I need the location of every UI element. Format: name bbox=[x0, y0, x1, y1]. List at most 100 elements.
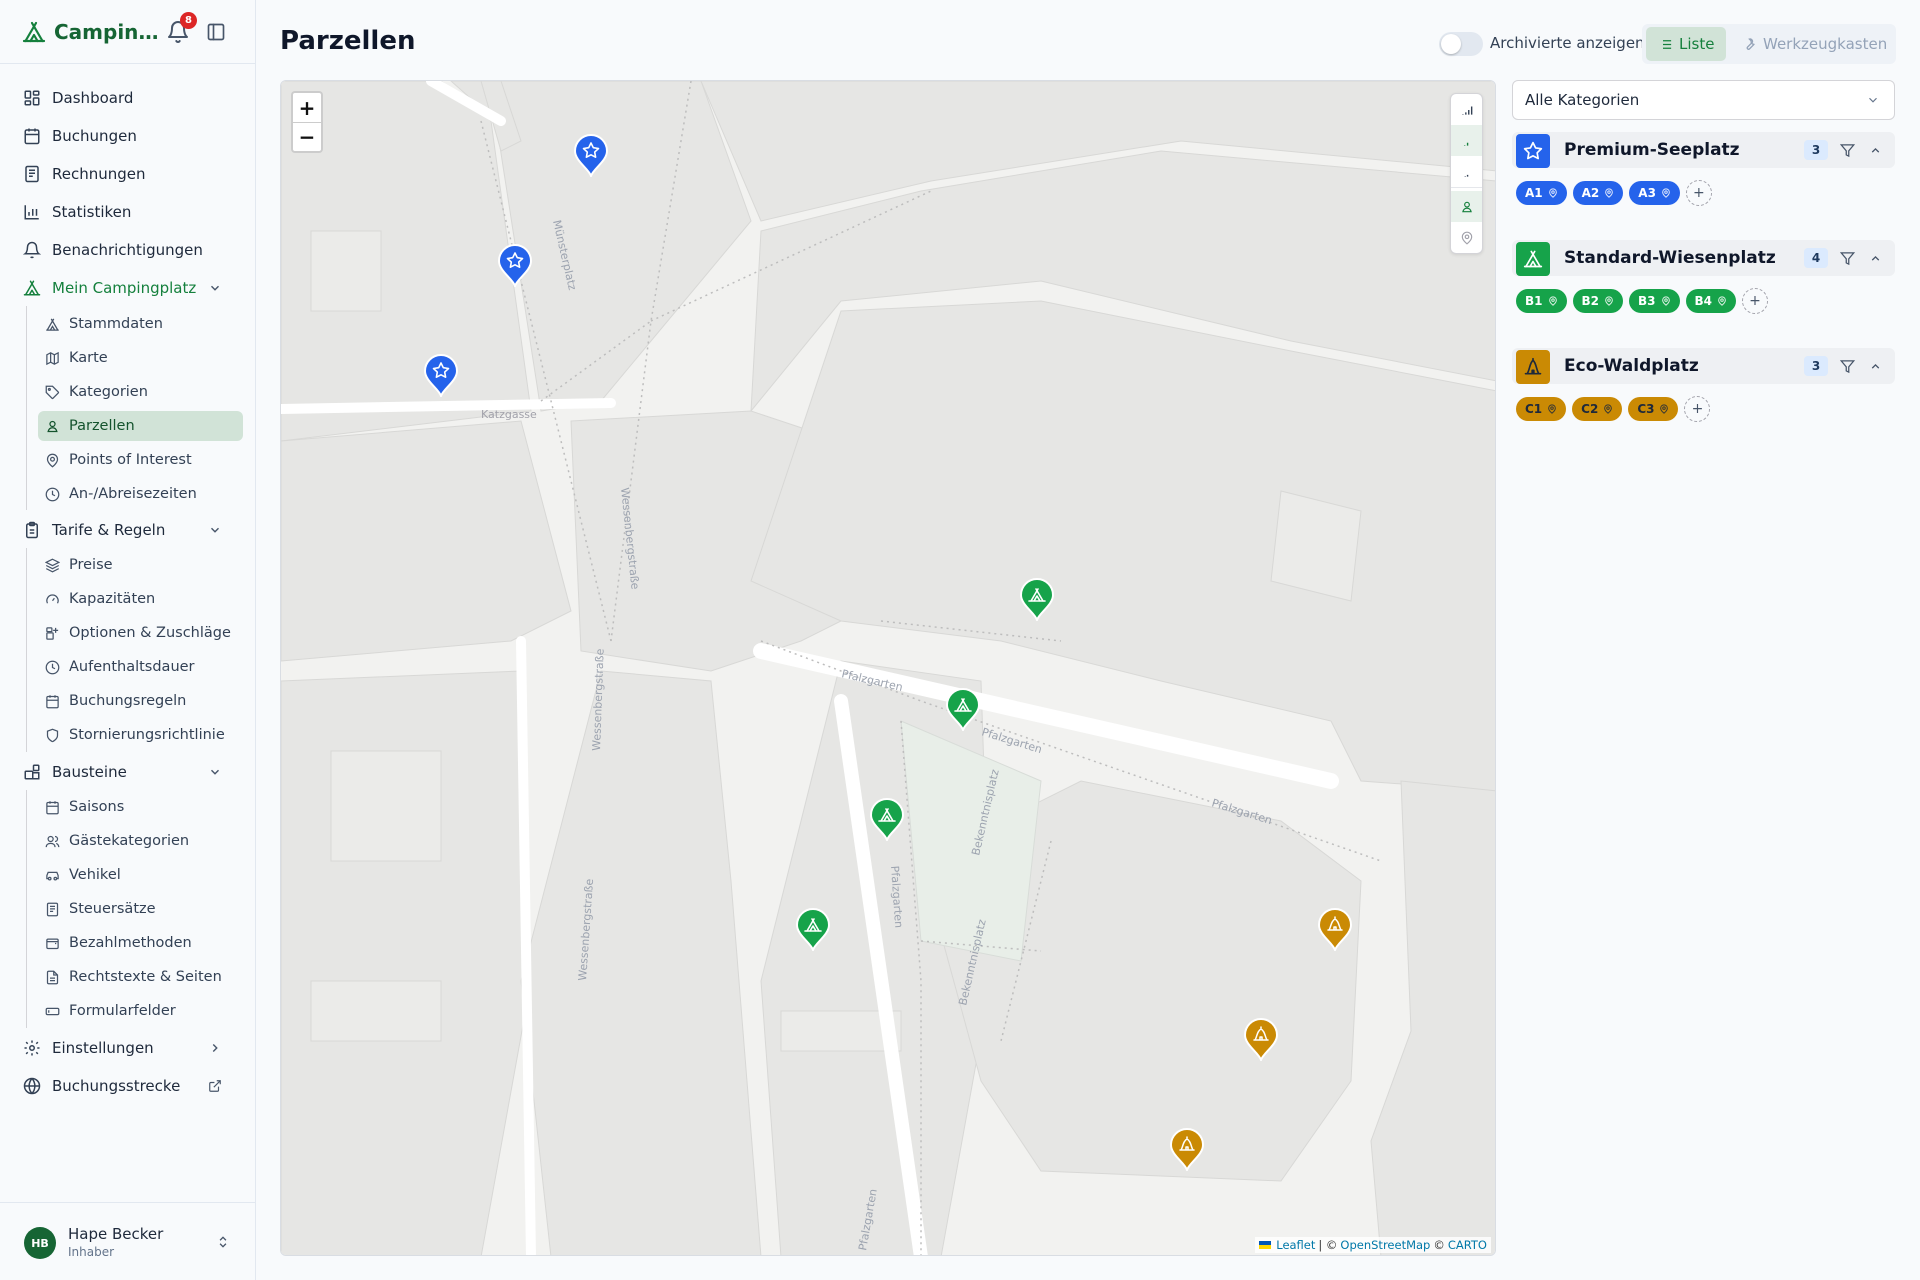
view-switcher: Liste Werkzeugkasten bbox=[1642, 24, 1896, 64]
subnav-steuersaetze[interactable]: Steuersätze bbox=[38, 894, 243, 924]
subnav-vehikel[interactable]: Vehikel bbox=[38, 860, 243, 890]
plot-chip-label: B1 bbox=[1525, 294, 1543, 308]
plot-chip-b2[interactable]: B2 bbox=[1572, 289, 1623, 313]
zoom-out-button[interactable]: − bbox=[293, 122, 321, 151]
view-list-button[interactable]: Liste bbox=[1646, 27, 1726, 61]
nav-buchungsstrecke[interactable]: Buchungsstrecke bbox=[16, 1070, 242, 1102]
avatar: HB bbox=[24, 1227, 56, 1259]
chevron-up-icon[interactable] bbox=[1869, 360, 1882, 373]
plot-chip-a2[interactable]: A2 bbox=[1572, 181, 1624, 205]
subnav-saisons[interactable]: Saisons bbox=[38, 792, 243, 822]
plot-marker-b1[interactable] bbox=[1019, 577, 1055, 624]
signal-low-icon bbox=[1464, 174, 1468, 177]
subnav-karte[interactable]: Karte bbox=[38, 343, 243, 373]
clock-icon bbox=[45, 660, 60, 674]
plot-marker-a1[interactable] bbox=[573, 133, 609, 180]
view-tools-button[interactable]: Werkzeugkasten bbox=[1730, 27, 1892, 61]
size-large-button[interactable] bbox=[1451, 94, 1482, 125]
subnav-label: Buchungsregeln bbox=[69, 693, 187, 709]
subnav-label: Kapazitäten bbox=[69, 591, 156, 607]
chevron-up-icon[interactable] bbox=[1869, 144, 1882, 157]
calendar-icon bbox=[46, 694, 59, 708]
show-plots-button[interactable] bbox=[1451, 191, 1482, 222]
subnav-kategorien[interactable]: Kategorien bbox=[38, 377, 243, 407]
plot-marker-a3[interactable] bbox=[423, 353, 459, 400]
subnav-kapazitaeten[interactable]: Kapazitäten bbox=[38, 584, 243, 614]
subnav-gaestekategorien[interactable]: Gästekategorien bbox=[38, 826, 243, 856]
nav-mein-campingplatz[interactable]: Mein Campingplatz bbox=[16, 272, 242, 304]
plot-chip-a1[interactable]: A1 bbox=[1516, 181, 1567, 205]
plot-marker-b3[interactable] bbox=[869, 797, 905, 844]
chevron-up-icon[interactable] bbox=[1869, 252, 1882, 265]
form-input-icon bbox=[45, 1007, 60, 1015]
show-poi-button[interactable] bbox=[1451, 222, 1482, 253]
plot-chip-b4[interactable]: B4 bbox=[1685, 289, 1736, 313]
bar-chart-icon bbox=[24, 205, 39, 220]
add-plot-button[interactable]: + bbox=[1742, 288, 1768, 314]
size-medium-button[interactable] bbox=[1451, 125, 1482, 156]
plot-chip-b1[interactable]: B1 bbox=[1516, 289, 1567, 313]
plot-marker-c1[interactable] bbox=[1317, 907, 1353, 954]
size-small-button[interactable] bbox=[1451, 156, 1482, 187]
plot-chip-c3[interactable]: C3 bbox=[1628, 397, 1679, 421]
subnav-preise[interactable]: Preise bbox=[38, 550, 243, 580]
chevron-down-icon bbox=[1869, 97, 1877, 103]
zoom-in-button[interactable]: + bbox=[293, 93, 321, 122]
filter-icon[interactable] bbox=[1840, 251, 1855, 266]
nav-rechnungen[interactable]: Rechnungen bbox=[16, 158, 242, 190]
nav-benachrichtigungen[interactable]: Benachrichtigungen bbox=[16, 234, 242, 266]
subnav-optionen-zuschlaege[interactable]: Optionen & Zuschläge bbox=[38, 618, 243, 648]
map-icon bbox=[46, 351, 59, 365]
plot-chip-a3[interactable]: A3 bbox=[1629, 181, 1680, 205]
map-pin-icon bbox=[1604, 404, 1613, 414]
category-header[interactable]: Standard-Wiesenplatz 4 bbox=[1512, 240, 1895, 276]
subnav-aufenthaltsdauer[interactable]: Aufenthaltsdauer bbox=[38, 652, 243, 682]
subnav-stornierungsrichtlinie[interactable]: Stornierungsrichtlinie bbox=[38, 720, 243, 750]
add-plot-button[interactable]: + bbox=[1684, 396, 1711, 422]
map[interactable]: Münsterplatz Katzgasse Wessenbergstraße … bbox=[280, 80, 1496, 1256]
plot-marker-b4[interactable] bbox=[795, 907, 831, 954]
category-header[interactable]: Eco-Waldplatz 3 bbox=[1512, 348, 1895, 384]
plot-marker-c3[interactable] bbox=[1169, 1127, 1205, 1174]
tent-icon bbox=[22, 21, 46, 43]
nav-statistiken[interactable]: Statistiken bbox=[16, 196, 242, 228]
subnav-rechtstexte-seiten[interactable]: Rechtstexte & Seiten bbox=[38, 962, 243, 992]
nav-bausteine[interactable]: Bausteine bbox=[16, 756, 242, 788]
subnav-formularfelder[interactable]: Formularfelder bbox=[38, 996, 243, 1026]
plot-marker-b2[interactable] bbox=[945, 687, 981, 734]
nav-dashboard[interactable]: Dashboard bbox=[16, 82, 242, 114]
calendar-icon bbox=[46, 800, 59, 814]
page-title: Parzellen bbox=[280, 26, 416, 56]
nav-tarife-regeln[interactable]: Tarife & Regeln bbox=[16, 514, 242, 546]
sidebar-toggle-icon[interactable] bbox=[206, 22, 226, 42]
subnav-points-of-interest[interactable]: Points of Interest bbox=[38, 445, 243, 475]
subnav-buchungsregeln[interactable]: Buchungsregeln bbox=[38, 686, 243, 716]
nav-einstellungen[interactable]: Einstellungen bbox=[16, 1032, 242, 1064]
map-pin-icon bbox=[1461, 231, 1472, 245]
nav-label: Buchungen bbox=[52, 127, 137, 145]
subnav-stammdaten[interactable]: Stammdaten bbox=[38, 309, 243, 339]
subnav-parzellen[interactable]: Parzellen bbox=[38, 411, 243, 441]
category-icon bbox=[1516, 242, 1550, 276]
category-header[interactable]: Premium-Seeplatz 3 bbox=[1512, 132, 1895, 168]
subnav-bezahlmethoden[interactable]: Bezahlmethoden bbox=[38, 928, 243, 958]
subnav-an-abreisezeiten[interactable]: An-/Abreisezeiten bbox=[38, 479, 243, 509]
plot-marker-c2[interactable] bbox=[1243, 1017, 1279, 1064]
street-label: Wessenbergstraße bbox=[576, 878, 596, 981]
archived-toggle[interactable] bbox=[1439, 32, 1483, 56]
street-label: Münsterplatz bbox=[550, 219, 579, 292]
category-select[interactable]: Alle Kategorien bbox=[1512, 80, 1895, 120]
user-menu[interactable]: HB Hape Becker Inhaber bbox=[0, 1202, 256, 1280]
carto-link[interactable]: CARTO bbox=[1448, 1238, 1487, 1252]
blocks-plus-icon bbox=[46, 626, 59, 640]
filter-icon[interactable] bbox=[1840, 359, 1855, 374]
plot-chip-c1[interactable]: C1 bbox=[1516, 397, 1567, 421]
plot-marker-a2[interactable] bbox=[497, 243, 533, 290]
add-plot-button[interactable]: + bbox=[1685, 180, 1712, 206]
plot-chip-c2[interactable]: C2 bbox=[1572, 397, 1623, 421]
leaflet-link[interactable]: Leaflet bbox=[1276, 1238, 1315, 1252]
osm-link[interactable]: OpenStreetMap bbox=[1340, 1238, 1430, 1252]
plot-chip-b3[interactable]: B3 bbox=[1629, 289, 1680, 313]
filter-icon[interactable] bbox=[1840, 143, 1855, 158]
nav-buchungen[interactable]: Buchungen bbox=[16, 120, 242, 152]
